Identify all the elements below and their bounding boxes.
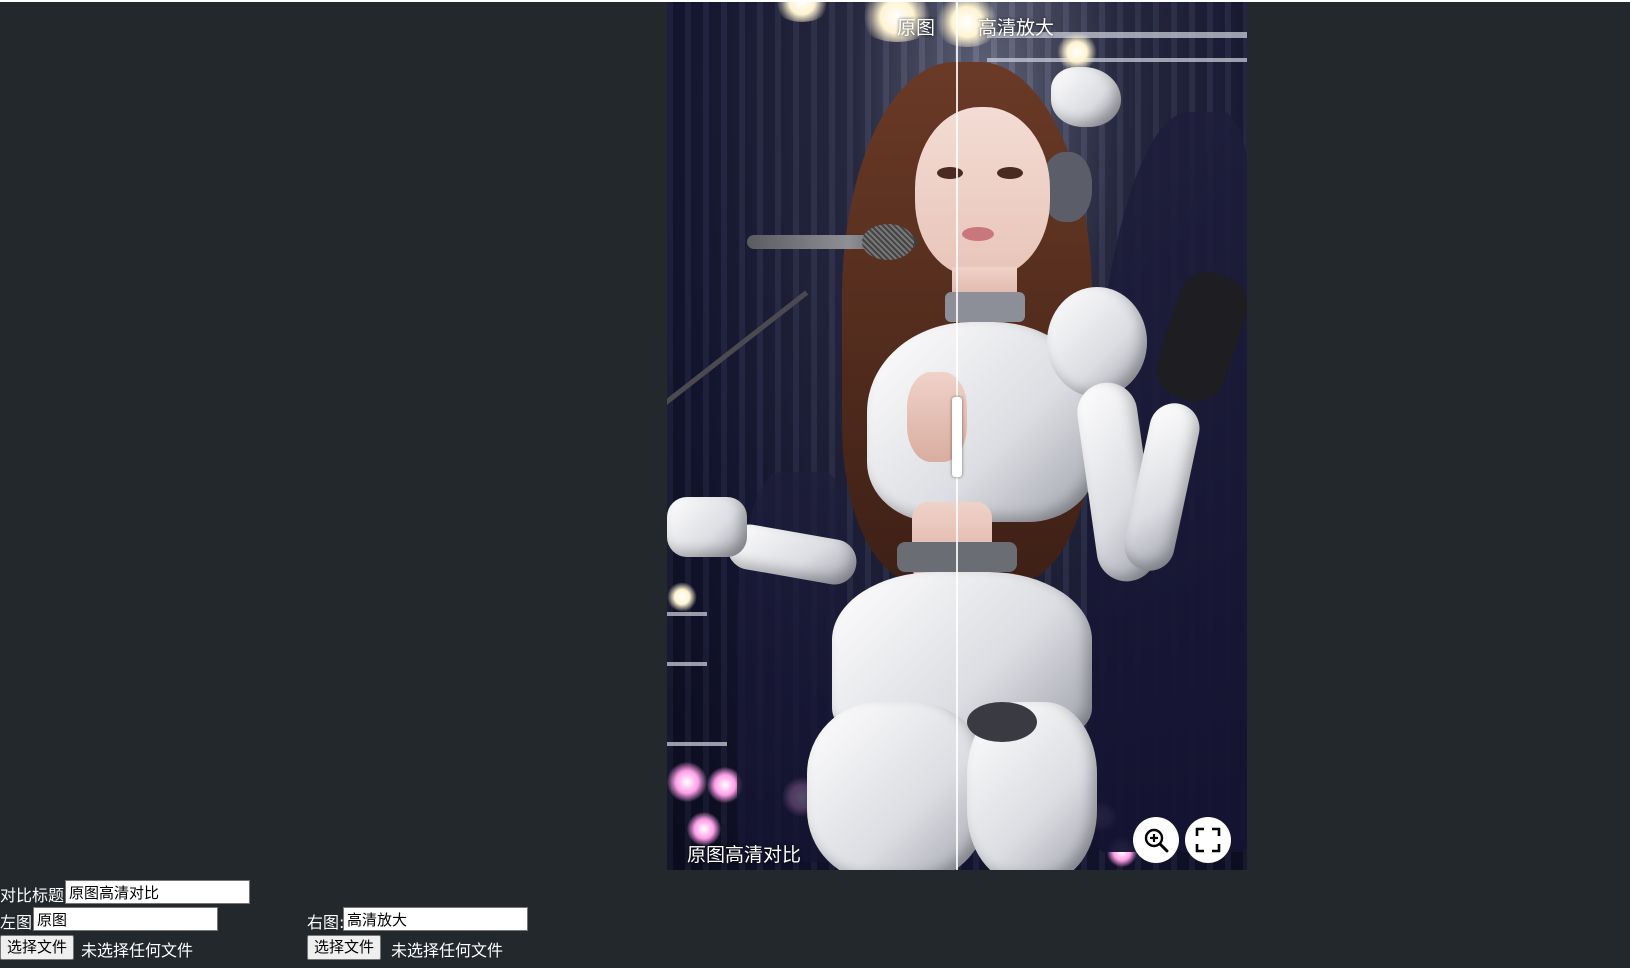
stage-truss bbox=[987, 58, 1247, 62]
title-label: 对比标题: bbox=[0, 886, 70, 905]
stage-spotlight bbox=[667, 582, 697, 612]
right-image-label: 右图: bbox=[307, 913, 345, 932]
left-image-input[interactable] bbox=[33, 907, 218, 931]
robot-hand bbox=[667, 497, 747, 557]
stage-truss bbox=[667, 742, 727, 746]
zoom-button[interactable] bbox=[1133, 817, 1179, 863]
fullscreen-icon bbox=[1195, 827, 1221, 853]
figure-eye bbox=[937, 167, 963, 179]
compare-divider-handle[interactable] bbox=[952, 397, 962, 477]
image-compare-viewer[interactable]: 原图 高清放大 原图高清对比 bbox=[667, 2, 1247, 870]
right-image-input[interactable] bbox=[343, 907, 528, 931]
title-input[interactable] bbox=[65, 880, 250, 904]
stage-light bbox=[667, 762, 707, 802]
leg-joint bbox=[967, 702, 1037, 742]
fullscreen-button[interactable] bbox=[1185, 817, 1231, 863]
zoom-in-icon bbox=[1144, 828, 1169, 853]
stage-spotlight bbox=[1057, 32, 1097, 72]
stage-truss bbox=[667, 612, 707, 616]
compare-title-overlay: 原图高清对比 bbox=[687, 844, 802, 866]
leg-armor bbox=[807, 702, 987, 870]
left-file-button[interactable]: 选择文件 bbox=[0, 935, 75, 960]
left-image-caption: 原图 bbox=[897, 17, 936, 39]
figure-face bbox=[915, 107, 1050, 277]
microphone-head bbox=[862, 224, 914, 260]
figure-lips bbox=[962, 227, 994, 241]
right-file-status: 未选择任何文件 bbox=[391, 941, 504, 960]
right-file-button[interactable]: 选择文件 bbox=[307, 935, 382, 960]
left-file-status: 未选择任何文件 bbox=[81, 941, 194, 960]
right-image-caption: 高清放大 bbox=[978, 17, 1055, 39]
figure-eye bbox=[997, 167, 1023, 179]
stage-truss bbox=[667, 662, 707, 666]
shoulder-armor bbox=[1047, 287, 1147, 397]
left-image-label: 左图: bbox=[0, 913, 38, 932]
